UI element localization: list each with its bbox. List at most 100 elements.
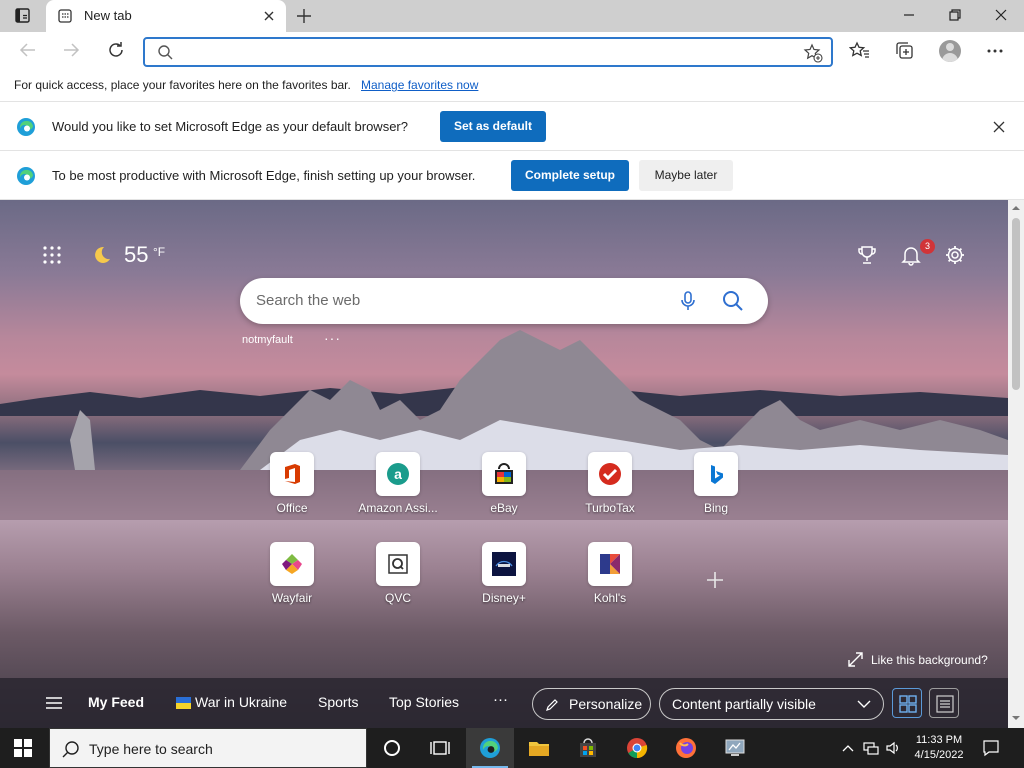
ebay-icon: [495, 463, 513, 484]
notification-badge: 3: [920, 239, 935, 254]
edge-icon: [480, 738, 500, 758]
taskbar-search-box[interactable]: Type here to search: [49, 728, 367, 768]
tile-label: Amazon Assi...: [358, 501, 438, 515]
quick-link-office[interactable]: Office: [246, 452, 338, 526]
network-icon[interactable]: [863, 740, 879, 756]
show-hidden-icons-chevron-icon[interactable]: [840, 740, 856, 756]
quick-link-disney[interactable]: Disney+: [458, 542, 550, 616]
ukraine-flag-icon: [176, 697, 191, 709]
volume-icon[interactable]: [885, 740, 901, 756]
feed-more-button[interactable]: ···: [493, 691, 508, 708]
taskbar-store[interactable]: [564, 728, 612, 768]
feed-tab-my-feed[interactable]: My Feed: [88, 694, 144, 710]
favorites-bar: For quick access, place your favorites h…: [0, 70, 1024, 102]
taskbar-remote-app[interactable]: [711, 728, 759, 768]
taskbar-edge[interactable]: [466, 728, 514, 768]
content-visibility-label: Content partially visible: [672, 696, 816, 712]
restore-icon[interactable]: [932, 0, 978, 30]
list-icon: [936, 695, 954, 713]
taskbar-search-placeholder: Type here to search: [89, 741, 213, 757]
svg-text:a: a: [394, 466, 402, 482]
clock-date: 4/15/2022: [914, 749, 964, 761]
pencil-icon: [546, 699, 558, 711]
dismiss-infobar-icon[interactable]: [992, 120, 1006, 134]
profile-avatar[interactable]: [939, 40, 961, 62]
feed-tab-war-in-ukraine[interactable]: War in Ukraine: [195, 694, 287, 710]
search-icon: [62, 741, 79, 758]
add-quick-link-icon[interactable]: [704, 569, 726, 591]
default-browser-message: Would you like to set Microsoft Edge as …: [52, 119, 408, 134]
page-scrollbar[interactable]: [1008, 200, 1024, 728]
forward-icon[interactable]: [61, 40, 81, 60]
tab-title: New tab: [84, 8, 132, 23]
minimize-icon[interactable]: [886, 0, 932, 30]
refresh-icon[interactable]: [106, 40, 126, 60]
tab-new-tab[interactable]: New tab: [46, 0, 286, 32]
new-tab-plus-icon[interactable]: [296, 8, 312, 24]
quick-link-ebay[interactable]: eBay: [458, 452, 550, 526]
address-bar[interactable]: [143, 37, 833, 67]
scroll-down-icon[interactable]: [1012, 714, 1020, 722]
page-settings-gear-icon[interactable]: [944, 244, 966, 266]
tile-label: TurboTax: [585, 501, 635, 515]
content-visibility-dropdown[interactable]: Content partially visible: [659, 688, 884, 720]
tile-label: eBay: [490, 501, 518, 515]
maybe-later-button[interactable]: Maybe later: [639, 160, 733, 191]
personalize-label: Personalize: [569, 696, 643, 712]
favorites-icon[interactable]: [849, 40, 871, 62]
kohls-icon: [600, 554, 620, 574]
task-view-icon: [430, 741, 450, 755]
complete-setup-button[interactable]: Complete setup: [511, 160, 629, 191]
app-launcher-icon[interactable]: [42, 245, 62, 265]
microphone-icon[interactable]: [678, 290, 698, 312]
default-browser-infobar: Would you like to set Microsoft Edge as …: [0, 102, 1024, 151]
taskbar-chrome[interactable]: [613, 728, 661, 768]
windows-start-icon[interactable]: [14, 739, 32, 757]
scrollbar-thumb[interactable]: [1012, 218, 1020, 390]
back-icon[interactable]: [18, 40, 38, 60]
ntp-username[interactable]: notmyfault: [242, 334, 293, 346]
scroll-up-icon[interactable]: [1012, 204, 1020, 212]
rewards-trophy-icon[interactable]: [856, 244, 878, 266]
notifications-bell-icon[interactable]: [900, 244, 922, 266]
action-center-icon[interactable]: [982, 739, 1000, 757]
list-layout-button[interactable]: [929, 688, 959, 718]
search-submit-icon[interactable]: [722, 290, 744, 312]
grid-layout-button[interactable]: [892, 688, 922, 718]
ntp-more-options[interactable]: ···: [324, 330, 341, 346]
taskbar-firefox[interactable]: [662, 728, 710, 768]
weather-temperature: 55: [124, 242, 149, 267]
browser-toolbar: [0, 32, 1024, 70]
hamburger-menu-icon[interactable]: [46, 696, 62, 710]
task-view-button[interactable]: [416, 728, 464, 768]
set-as-default-button[interactable]: Set as default: [440, 111, 546, 142]
quick-link-bing[interactable]: Bing: [670, 452, 762, 526]
quick-link-wayfair[interactable]: Wayfair: [246, 542, 338, 616]
chrome-icon: [627, 738, 648, 759]
remote-desktop-icon: [725, 739, 745, 756]
quick-link-qvc[interactable]: QVC: [352, 542, 444, 616]
tab-actions-menu-icon[interactable]: [14, 7, 32, 25]
windows-taskbar: Type here to search 11:33 PM 4/15/2022: [0, 728, 1024, 768]
personalize-button[interactable]: Personalize: [532, 688, 651, 720]
more-options-icon[interactable]: [984, 40, 1006, 62]
manage-favorites-link[interactable]: Manage favorites now: [361, 78, 478, 92]
collections-icon[interactable]: [894, 40, 916, 62]
feed-tab-top-stories[interactable]: Top Stories: [389, 694, 459, 710]
feed-tab-sports[interactable]: Sports: [318, 694, 358, 710]
close-window-icon[interactable]: [978, 0, 1024, 30]
weather-unit: °F: [153, 245, 166, 259]
taskbar-file-explorer[interactable]: [515, 728, 563, 768]
system-clock[interactable]: 11:33 PM 4/15/2022: [904, 733, 974, 763]
cortana-button[interactable]: [368, 728, 416, 768]
store-bag-icon: [580, 738, 596, 757]
web-search-box[interactable]: Search the web: [240, 278, 768, 324]
wayfair-icon: [282, 554, 302, 574]
quick-link-amazon[interactable]: a Amazon Assi...: [352, 452, 444, 526]
quick-link-turbotax[interactable]: TurboTax: [564, 452, 656, 526]
quick-link-kohls[interactable]: Kohl's: [564, 542, 656, 616]
add-favorite-icon[interactable]: [803, 43, 823, 63]
like-background-label: Like this background?: [871, 653, 988, 667]
close-tab-icon[interactable]: [262, 9, 276, 23]
search-icon: [157, 44, 173, 60]
